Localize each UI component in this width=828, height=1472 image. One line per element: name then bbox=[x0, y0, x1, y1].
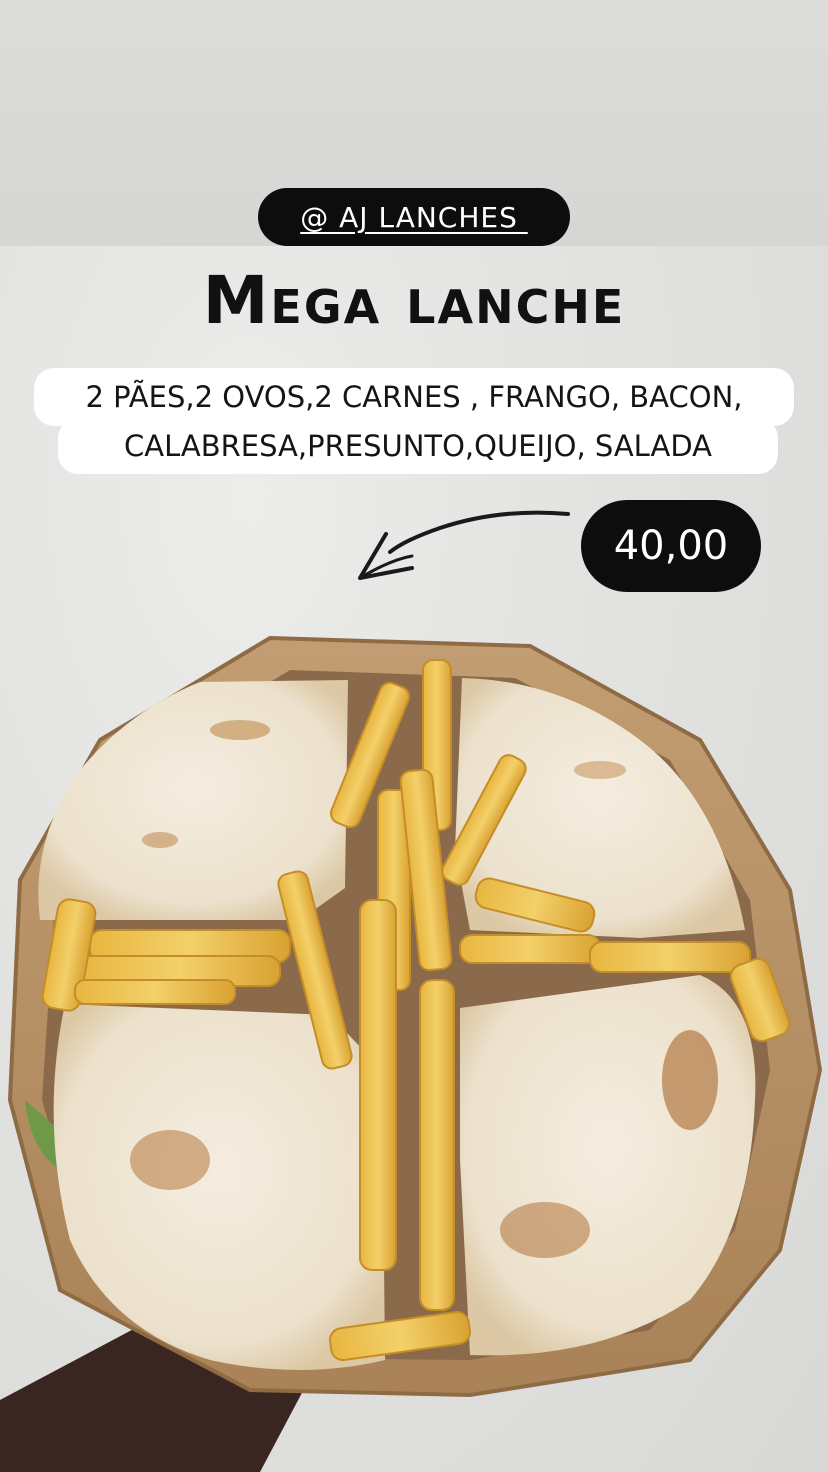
ingredients-line-2: CALABRESA,PRESUNTO,QUEIJO, SALADA bbox=[58, 418, 778, 474]
product-title: Mega lanche bbox=[202, 262, 626, 339]
food-photo bbox=[0, 635, 823, 1472]
hand-drawn-arrow-icon bbox=[358, 510, 570, 580]
price-text: 40,00 bbox=[613, 523, 729, 569]
handle-badge: @ AJ LANCHES bbox=[258, 188, 570, 246]
handle-text: @ AJ LANCHES bbox=[300, 200, 528, 234]
price-badge: 40,00 bbox=[581, 500, 761, 592]
